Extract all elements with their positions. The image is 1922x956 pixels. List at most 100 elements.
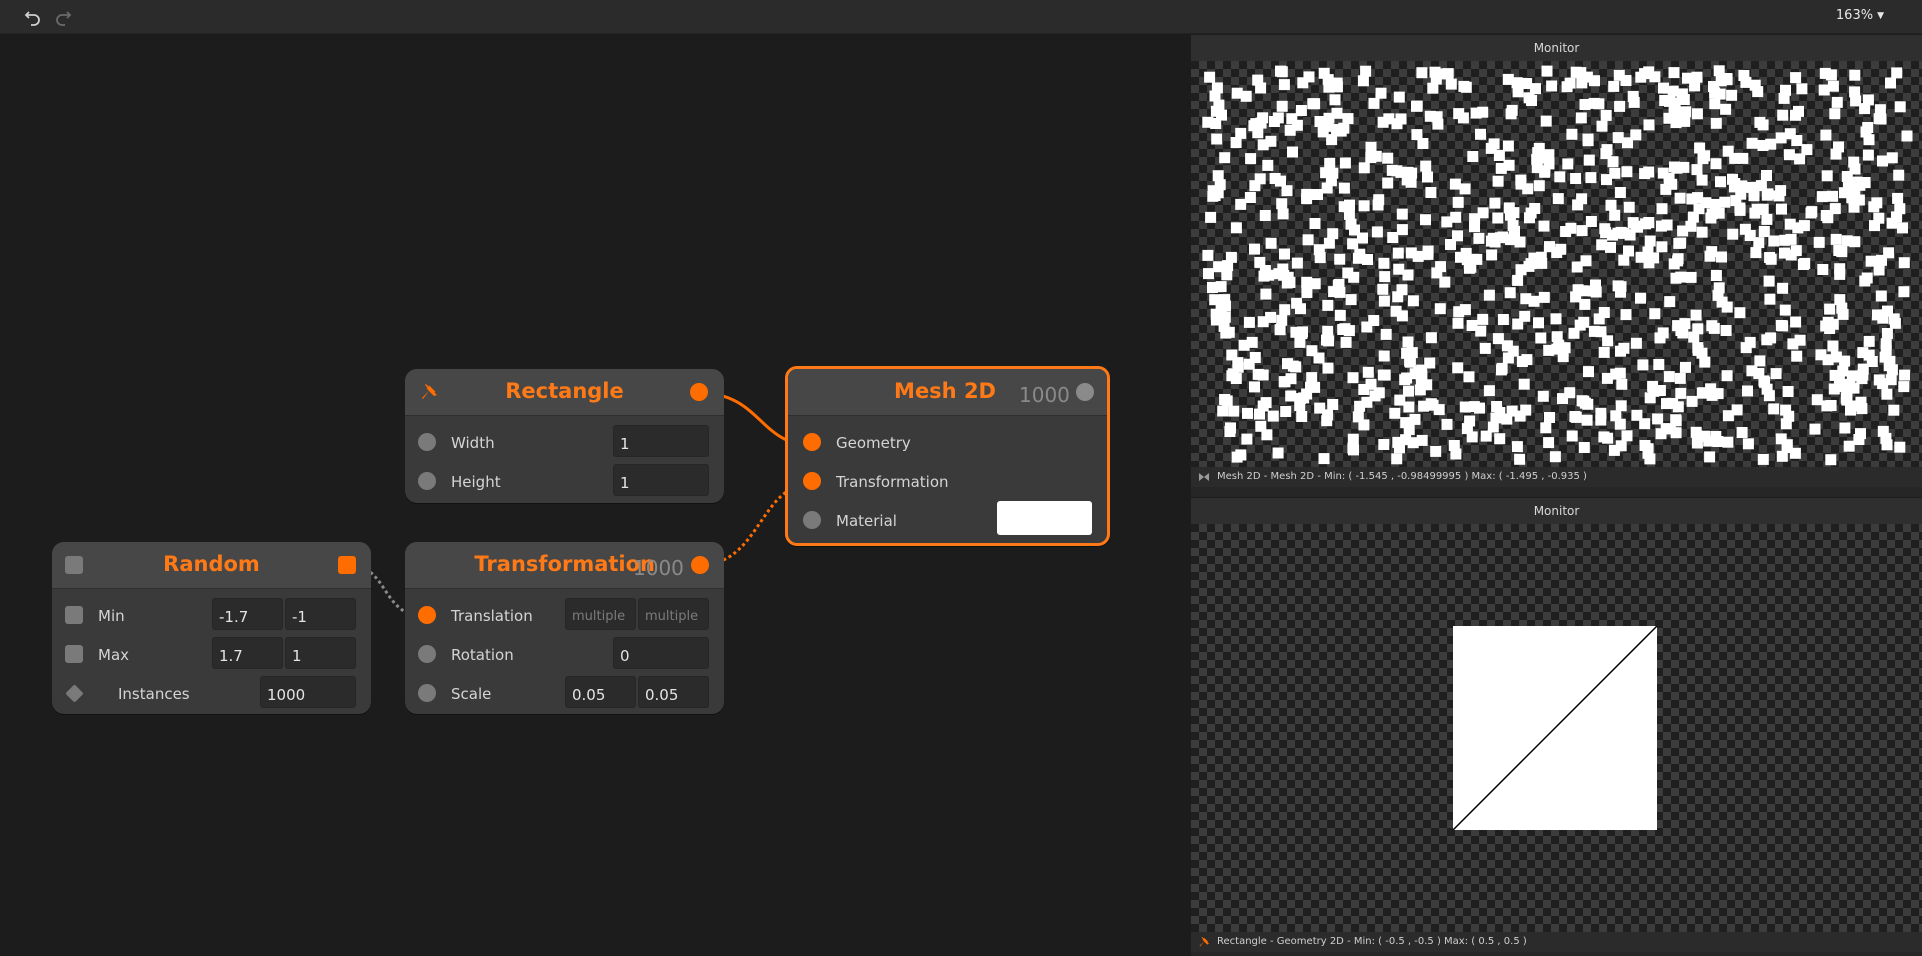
mesh-instance bbox=[1230, 373, 1242, 384]
mesh-instance bbox=[1213, 261, 1225, 273]
max-input-port[interactable] bbox=[65, 645, 83, 663]
scale-x-field[interactable]: 0.05 bbox=[565, 676, 636, 708]
mesh-instance bbox=[1635, 71, 1647, 83]
scale-y-field[interactable]: 0.05 bbox=[638, 676, 709, 708]
mesh-instance bbox=[1796, 83, 1808, 95]
zoom-dropdown[interactable]: 163% ▼ bbox=[1836, 8, 1884, 23]
mesh-instance bbox=[1779, 304, 1791, 316]
mesh-instance bbox=[1207, 282, 1218, 293]
material-color-swatch[interactable] bbox=[997, 501, 1092, 535]
mesh-instance bbox=[1362, 254, 1373, 265]
mesh-instance bbox=[1822, 212, 1834, 224]
mesh-instance bbox=[1658, 82, 1669, 94]
min-x-field[interactable]: -1.7 bbox=[212, 598, 283, 630]
mesh-instance bbox=[1689, 80, 1701, 92]
rotation-input-port[interactable] bbox=[418, 645, 436, 663]
width-input-port[interactable] bbox=[418, 433, 436, 451]
mesh-instance bbox=[1768, 403, 1780, 415]
geometry-preview-viewport[interactable] bbox=[1191, 524, 1922, 932]
mesh-instance bbox=[1898, 257, 1910, 269]
mesh-instance bbox=[1753, 237, 1765, 249]
mesh-instance bbox=[1275, 65, 1286, 77]
mesh-instance bbox=[1817, 264, 1829, 275]
translation-x-field[interactable]: multiple bbox=[565, 598, 636, 630]
mesh-instance bbox=[1323, 335, 1335, 347]
transformation-node[interactable]: Transformation 1000 Translation multiple… bbox=[405, 542, 724, 714]
random-output-port[interactable] bbox=[338, 556, 356, 574]
mesh-instance bbox=[1260, 288, 1272, 300]
mesh-instance bbox=[1656, 241, 1668, 253]
mesh-instance bbox=[1348, 271, 1360, 283]
mesh-instance bbox=[1425, 187, 1437, 198]
width-field[interactable]: 1 bbox=[613, 425, 709, 457]
max-x-field[interactable]: 1.7 bbox=[212, 637, 283, 669]
instances-input-port[interactable] bbox=[65, 684, 84, 703]
mesh-instance bbox=[1449, 178, 1461, 190]
mesh-instance bbox=[1686, 395, 1698, 407]
transformation-output-port[interactable] bbox=[691, 556, 709, 574]
mesh-instance bbox=[1868, 201, 1880, 213]
mesh-instance bbox=[1643, 166, 1655, 178]
mesh-instance bbox=[1452, 317, 1464, 329]
mesh-instance bbox=[1722, 436, 1734, 448]
random-node-header[interactable]: Random bbox=[52, 542, 371, 589]
scale-input-port[interactable] bbox=[418, 684, 436, 702]
mesh-instance bbox=[1306, 345, 1318, 357]
mesh-instance bbox=[1686, 193, 1698, 205]
mesh-instance bbox=[1722, 410, 1734, 422]
mesh-instance bbox=[1322, 299, 1334, 311]
mesh-instance bbox=[1570, 66, 1582, 78]
mesh-instance bbox=[1358, 200, 1370, 212]
mesh-instance bbox=[1827, 340, 1839, 352]
mesh-instance bbox=[1685, 271, 1697, 283]
transformation-input-port[interactable] bbox=[803, 472, 821, 490]
mesh-instance bbox=[1416, 67, 1428, 79]
mesh-instance bbox=[1492, 333, 1504, 345]
mesh-instance bbox=[1409, 413, 1421, 425]
mesh-output-port[interactable] bbox=[1076, 383, 1094, 401]
mesh-instance bbox=[1259, 210, 1271, 221]
undo-button[interactable] bbox=[22, 6, 44, 28]
node-title: Random bbox=[163, 552, 260, 576]
mesh-instance bbox=[1715, 176, 1726, 188]
translation-input-port[interactable] bbox=[418, 606, 436, 624]
mesh-instance bbox=[1245, 153, 1257, 165]
mesh-instance bbox=[1287, 146, 1298, 158]
mesh-instance bbox=[1621, 166, 1633, 178]
rotation-field[interactable]: 0 bbox=[613, 637, 709, 669]
mesh-instance bbox=[1616, 378, 1628, 390]
max-y-field[interactable]: 1 bbox=[285, 637, 356, 669]
mesh-instance bbox=[1656, 203, 1668, 215]
redo-button[interactable] bbox=[52, 6, 74, 28]
mesh-instance bbox=[1779, 234, 1791, 246]
rectangle-node[interactable]: Rectangle Width 1 Height 1 bbox=[405, 369, 724, 503]
min-y-field[interactable]: -1 bbox=[285, 598, 356, 630]
mesh-instance bbox=[1435, 261, 1447, 273]
mesh-instance bbox=[1372, 199, 1384, 211]
geometry-input-port[interactable] bbox=[803, 433, 821, 451]
transformation-node-header[interactable]: Transformation 1000 bbox=[405, 542, 724, 589]
mesh-instance bbox=[1898, 286, 1910, 298]
random-node[interactable]: Random Min -1.7 -1 Max 1.7 1 Instances 1… bbox=[52, 542, 371, 714]
mesh-instance bbox=[1846, 400, 1858, 412]
mesh-instance bbox=[1244, 192, 1256, 203]
instances-field[interactable]: 1000 bbox=[260, 676, 356, 708]
mesh2d-node-header[interactable]: Mesh 2D 1000 bbox=[788, 369, 1107, 416]
height-field[interactable]: 1 bbox=[613, 464, 709, 496]
mesh-instance bbox=[1241, 433, 1253, 445]
translation-y-field[interactable]: multiple bbox=[638, 598, 709, 630]
mesh-instance bbox=[1615, 281, 1627, 293]
height-input-port[interactable] bbox=[418, 472, 436, 490]
min-input-port[interactable] bbox=[65, 606, 83, 624]
geometry-output-port[interactable] bbox=[690, 383, 708, 401]
mesh-preview-viewport[interactable] bbox=[1191, 61, 1922, 467]
mesh-instance bbox=[1407, 295, 1419, 307]
instance-count: 1000 bbox=[1019, 383, 1070, 407]
mesh-instances bbox=[1202, 65, 1913, 466]
rectangle-node-header[interactable]: Rectangle bbox=[405, 369, 724, 416]
mesh-instance bbox=[1434, 303, 1446, 315]
mesh-instance bbox=[1445, 239, 1456, 250]
material-input-port[interactable] bbox=[803, 511, 821, 529]
mesh-instance bbox=[1333, 279, 1345, 290]
mesh2d-node[interactable]: Mesh 2D 1000 Geometry Transformation Mat… bbox=[785, 366, 1110, 546]
